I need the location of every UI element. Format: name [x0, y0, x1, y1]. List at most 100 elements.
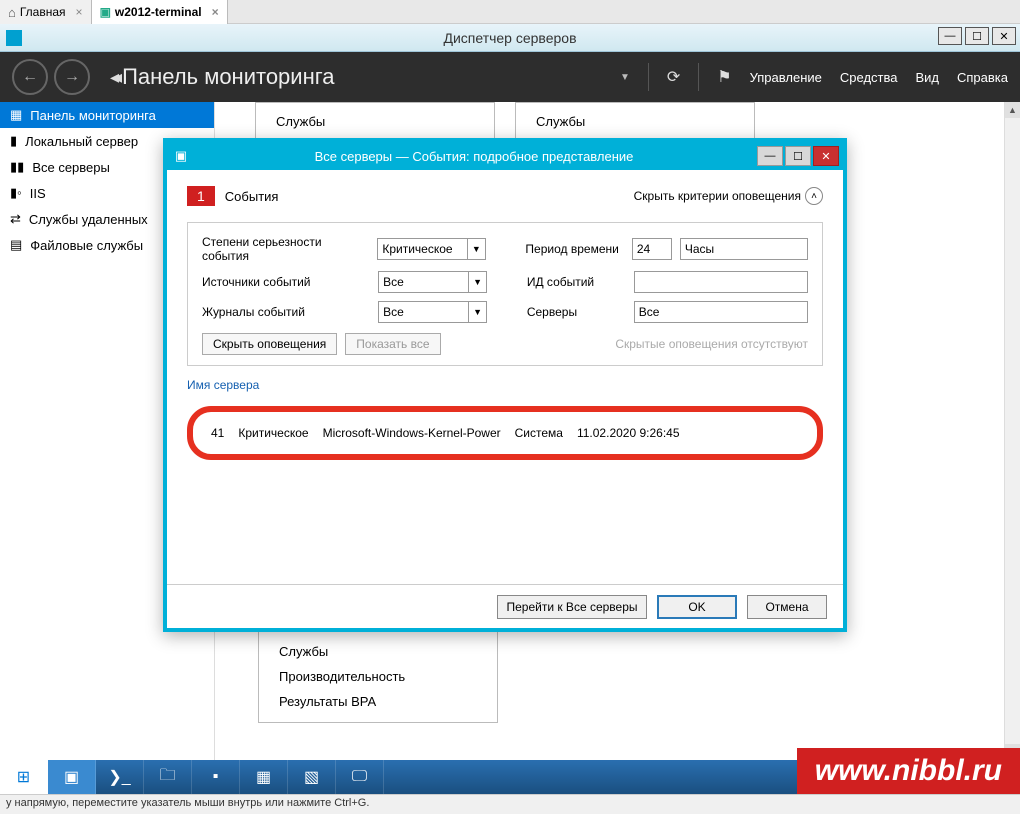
tab-home-label: Главная: [20, 5, 66, 19]
files-icon: ▤: [10, 237, 22, 253]
manage-link[interactable]: Управление: [750, 70, 822, 85]
hidden-alerts-status: Скрытые оповещения отсутствуют: [615, 337, 808, 351]
chevron-up-icon: ˄: [805, 187, 823, 205]
period-unit-value: Часы: [685, 242, 714, 256]
column-server-name[interactable]: Имя сервера: [187, 374, 823, 392]
show-all-button[interactable]: Показать все: [345, 333, 440, 355]
chevron-left-icon: ◂◂: [110, 67, 116, 88]
period-unit-combo[interactable]: Часы: [680, 238, 808, 260]
taskbar-app1[interactable]: ▦: [240, 760, 288, 794]
severity-combo[interactable]: Критическое ▼: [377, 238, 485, 260]
hide-criteria-label: Скрыть критерии оповещения: [634, 189, 801, 203]
event-log: Система: [515, 426, 563, 440]
flag-icon[interactable]: ⚑: [717, 67, 731, 87]
logs-label: Журналы событий: [202, 305, 370, 319]
forward-button[interactable]: →: [54, 59, 90, 95]
taskbar-powershell[interactable]: ❯_: [96, 760, 144, 794]
start-button[interactable]: ⊞: [0, 760, 48, 794]
dialog-body: 1 События Скрыть критерии оповещения ˄ С…: [167, 170, 843, 584]
iis-icon: ▮◦: [10, 185, 22, 201]
taskbar-cmd[interactable]: ▪: [192, 760, 240, 794]
help-link[interactable]: Справка: [957, 70, 1008, 85]
bg-row-perf: Производительность: [279, 664, 477, 689]
server-icon: ▮: [10, 133, 17, 149]
period-label: Период времени: [525, 242, 623, 256]
sources-combo[interactable]: Все ▼: [378, 271, 487, 293]
close-button[interactable]: ✕: [992, 27, 1016, 45]
tab-home[interactable]: Главная ×: [0, 0, 92, 24]
sidebar-item-label: Все серверы: [32, 160, 110, 175]
window-controls: — ☐ ✕: [938, 27, 1016, 45]
scroll-up-icon[interactable]: ▲: [1005, 102, 1020, 118]
chevron-down-icon: ▼: [468, 302, 486, 322]
period-input[interactable]: [632, 238, 672, 260]
server-icon: ▣: [100, 5, 111, 19]
window-titlebar: Диспетчер серверов — ☐ ✕: [0, 24, 1020, 52]
taskbar-app3[interactable]: 🖵: [336, 760, 384, 794]
hide-criteria-toggle[interactable]: Скрыть критерии оповещения ˄: [634, 187, 823, 205]
event-id: 41: [211, 426, 224, 440]
vertical-scrollbar[interactable]: ▲ ▼: [1004, 102, 1020, 760]
sources-label: Источники событий: [202, 275, 370, 289]
event-count-badge: 1: [187, 186, 215, 206]
separator: [698, 63, 699, 91]
sidebar-item-label: Файловые службы: [30, 238, 143, 253]
minimize-button[interactable]: —: [938, 27, 962, 45]
bg-panel-row: Службы: [276, 109, 474, 134]
servers-combo[interactable]: Все: [634, 301, 808, 323]
servers-label: Серверы: [527, 305, 626, 319]
sidebar-item-label: Локальный сервер: [25, 134, 138, 149]
dropdown-icon[interactable]: ▼: [620, 72, 630, 83]
chevron-down-icon: ▼: [468, 272, 486, 292]
events-dialog: ▣ Все серверы — События: подробное предс…: [163, 138, 847, 632]
logs-combo[interactable]: Все ▼: [378, 301, 487, 323]
servers-value: Все: [639, 305, 660, 319]
logs-value: Все: [383, 305, 404, 319]
dialog-maximize-button[interactable]: ☐: [785, 146, 811, 166]
tab-close-icon[interactable]: ×: [76, 5, 83, 19]
event-severity: Критическое: [238, 426, 308, 440]
event-row-highlighted[interactable]: 41 Критическое Microsoft-Windows-Kernel-…: [187, 406, 823, 460]
bg-panel-row: Службы: [536, 109, 734, 134]
maximize-button[interactable]: ☐: [965, 27, 989, 45]
dialog-icon: ▣: [171, 148, 191, 164]
severity-label: Степени серьезности события: [202, 235, 369, 263]
window-title: Диспетчер серверов: [443, 30, 576, 46]
view-link[interactable]: Вид: [915, 70, 939, 85]
dialog-minimize-button[interactable]: —: [757, 146, 783, 166]
dialog-footer: Перейти к Все серверы OK Отмена: [167, 584, 843, 628]
hide-alerts-button[interactable]: Скрыть оповещения: [202, 333, 337, 355]
taskbar-explorer[interactable]: 🗀: [144, 760, 192, 794]
eventid-input[interactable]: [634, 271, 808, 293]
goto-servers-button[interactable]: Перейти к Все серверы: [497, 595, 647, 619]
dashboard-icon: ▦: [10, 107, 22, 123]
tab-terminal[interactable]: ▣ w2012-terminal ×: [92, 0, 228, 24]
bg-panel-lower: Службы Производительность Результаты BPA: [258, 630, 498, 723]
sidebar-item-label: Панель мониторинга: [30, 108, 156, 123]
tools-link[interactable]: Средства: [840, 70, 898, 85]
taskbar-server-manager[interactable]: ▣: [48, 760, 96, 794]
bg-row-services: Службы: [279, 639, 477, 664]
dialog-titlebar[interactable]: ▣ Все серверы — События: подробное предс…: [167, 142, 843, 170]
page-title: Панель мониторинга: [122, 64, 334, 90]
taskbar-app2[interactable]: ▧: [288, 760, 336, 794]
back-button[interactable]: ←: [12, 59, 48, 95]
home-icon: [8, 5, 16, 20]
sidebar-item-dashboard[interactable]: ▦ Панель мониторинга: [0, 102, 214, 128]
bg-panel-left: Службы: [255, 102, 495, 141]
bg-row-bpa: Результаты BPA: [279, 689, 477, 714]
dialog-close-button[interactable]: ✕: [813, 146, 839, 166]
browser-tabs: Главная × ▣ w2012-terminal ×: [0, 0, 1020, 24]
tab-close-icon[interactable]: ×: [212, 5, 219, 19]
ok-button[interactable]: OK: [657, 595, 737, 619]
separator: [648, 63, 649, 91]
remote-icon: ⇄: [10, 211, 21, 227]
sidebar-item-label: Службы удаленных: [29, 212, 148, 227]
event-source: Microsoft-Windows-Kernel-Power: [323, 426, 501, 440]
eventid-label: ИД событий: [527, 275, 626, 289]
events-label: События: [225, 189, 279, 204]
refresh-icon[interactable]: ⟳: [667, 67, 680, 87]
cancel-button[interactable]: Отмена: [747, 595, 827, 619]
statusbar: у напрямую, переместите указатель мыши в…: [0, 794, 1020, 814]
app-icon: [6, 30, 22, 46]
